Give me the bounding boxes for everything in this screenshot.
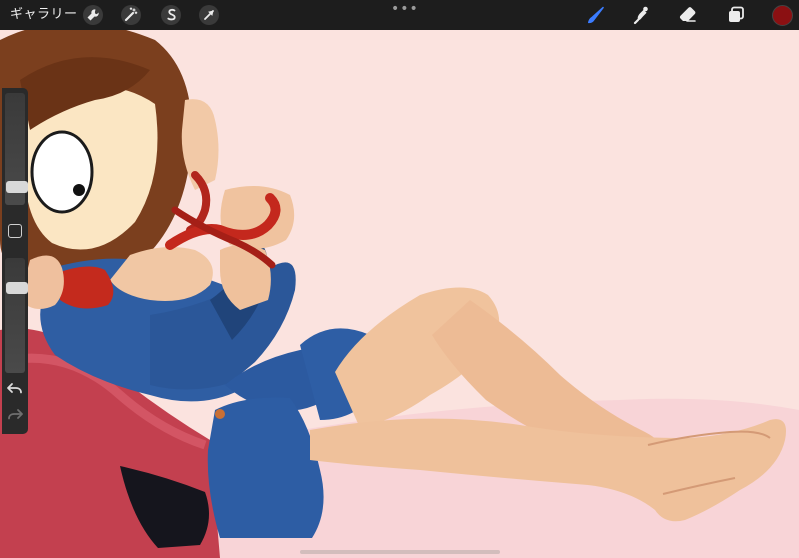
smudge-icon[interactable] — [630, 3, 654, 27]
brush-size-slider[interactable] — [5, 93, 28, 205]
layers-icon[interactable] — [724, 3, 748, 27]
magic-wand-icon[interactable] — [120, 4, 142, 26]
wrench-icon[interactable] — [82, 4, 104, 26]
gallery-button[interactable]: ギャラリー — [10, 6, 78, 24]
opacity-slider[interactable] — [5, 258, 28, 373]
brush-size-slider-handle[interactable] — [6, 181, 28, 193]
selection-s-icon[interactable] — [160, 4, 182, 26]
redo-icon[interactable] — [6, 406, 24, 424]
top-toolbar: ギャラリー ••• — [0, 0, 799, 30]
current-color-swatch[interactable] — [772, 5, 793, 26]
eraser-icon[interactable] — [676, 3, 700, 27]
opacity-slider-handle[interactable] — [6, 282, 28, 294]
undo-icon[interactable] — [6, 380, 24, 398]
modify-button[interactable] — [8, 224, 22, 238]
more-menu-button[interactable]: ••• — [391, 1, 419, 17]
left-sidebar — [2, 88, 28, 434]
canvas-artwork[interactable] — [0, 0, 799, 558]
brush-icon[interactable] — [584, 3, 608, 27]
arrow-cursor-icon[interactable] — [198, 4, 220, 26]
home-indicator — [300, 550, 500, 554]
